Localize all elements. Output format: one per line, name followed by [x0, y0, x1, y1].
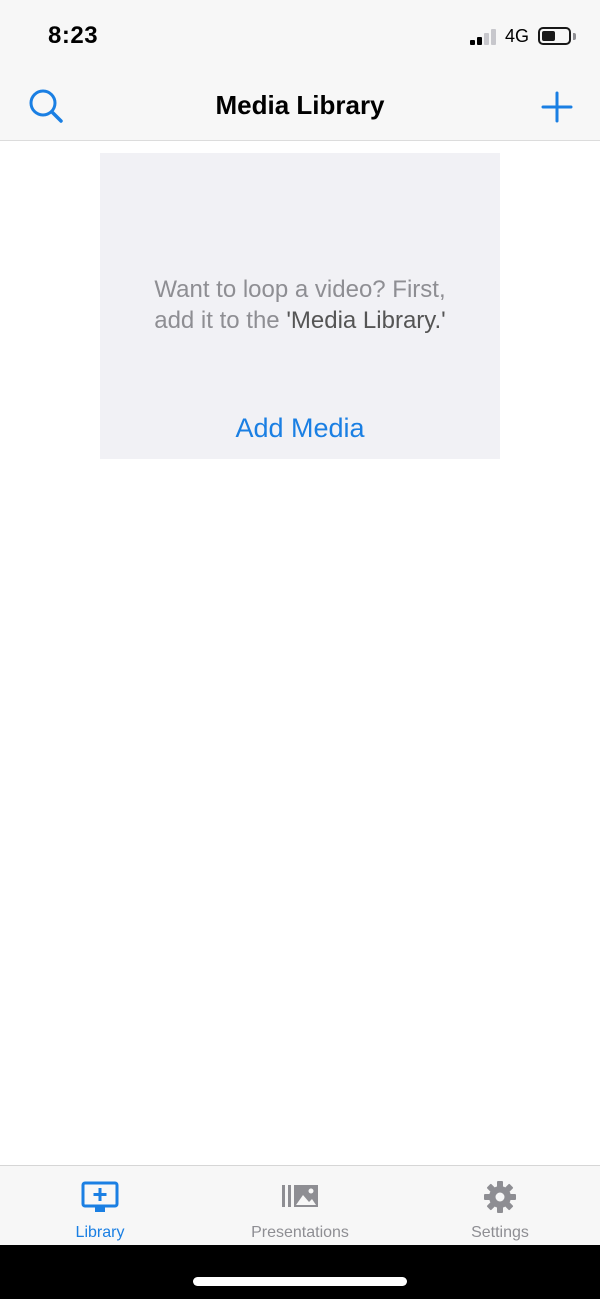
tab-settings[interactable]: Settings [400, 1166, 600, 1246]
gear-icon [484, 1181, 516, 1213]
library-icon [81, 1181, 119, 1212]
network-type: 4G [505, 26, 530, 46]
page-title: Media Library [215, 90, 385, 120]
empty-state-line-1: Want to loop a video? First, [154, 276, 446, 303]
battery-icon [538, 27, 571, 45]
tab-label-library: Library [75, 1224, 125, 1241]
home-indicator[interactable] [193, 1277, 407, 1286]
add-button[interactable] [538, 88, 576, 126]
status-time: 8:23 [48, 22, 99, 49]
nav-bar: Media Library [0, 70, 600, 141]
home-indicator-area [0, 1245, 600, 1299]
signal-bar [484, 33, 489, 45]
cellular-signal-icon [470, 29, 498, 45]
status-bar: 8:23 4G [0, 0, 600, 70]
tab-presentations[interactable]: Presentations [200, 1166, 400, 1246]
empty-state-card: Want to loop a video? First, add it to t… [100, 153, 500, 459]
signal-bar [477, 37, 482, 45]
tab-label-presentations: Presentations [251, 1224, 349, 1241]
empty-state-line-2-prefix: add it to the [154, 307, 287, 334]
search-icon [29, 89, 63, 123]
search-button[interactable] [26, 86, 66, 126]
tab-bar: Library Presentations Settings [0, 1165, 600, 1245]
screen: 8:23 4G Media Library Want to loop a vid… [0, 0, 600, 1299]
tab-label-settings: Settings [471, 1224, 529, 1241]
signal-bar [491, 29, 496, 45]
media-library-emphasis: 'Media Library.' [286, 307, 446, 334]
add-media-button[interactable]: Add Media [200, 413, 400, 444]
presentations-icon [282, 1185, 318, 1207]
empty-state-message: Want to loop a video? First, add it to t… [110, 274, 490, 336]
plus-icon [541, 91, 573, 123]
battery-tip [573, 33, 576, 40]
signal-bar [470, 40, 475, 45]
tab-library[interactable]: Library [0, 1166, 200, 1246]
empty-state-line-2: add it to the 'Media Library.' [110, 305, 490, 336]
battery-level [542, 31, 555, 41]
